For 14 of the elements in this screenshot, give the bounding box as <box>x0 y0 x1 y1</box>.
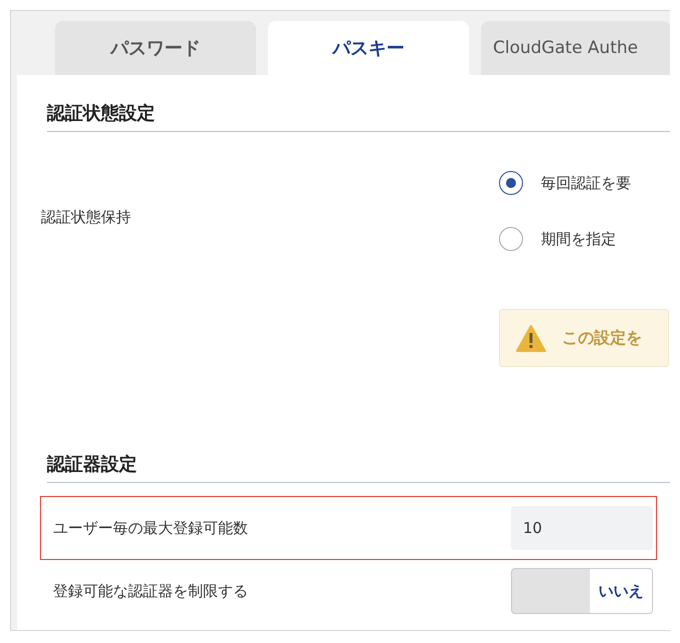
number-field[interactable]: 10 <box>511 506 653 550</box>
tab[interactable]: パスキー <box>268 21 469 75</box>
warning-icon <box>516 324 546 352</box>
toggle-switch[interactable]: いいえ <box>511 568 653 614</box>
setting-label: ユーザー毎の最大登録可能数 <box>53 518 249 538</box>
section-title: 認証状態設定 <box>47 101 670 132</box>
setting-label: 登録可能な認証器を制限する <box>53 582 249 600</box>
setting-label: 認証状態保持 <box>41 207 132 227</box>
tab[interactable]: CloudGate Authe <box>481 21 670 75</box>
radio-option[interactable]: 毎回認証を要 <box>499 171 669 195</box>
warning-text: この設定を <box>562 328 642 348</box>
tab[interactable]: パスワード <box>55 21 256 75</box>
section-title: 認証器設定 <box>47 452 670 483</box>
radio-option[interactable]: 期間を指定 <box>499 227 669 251</box>
